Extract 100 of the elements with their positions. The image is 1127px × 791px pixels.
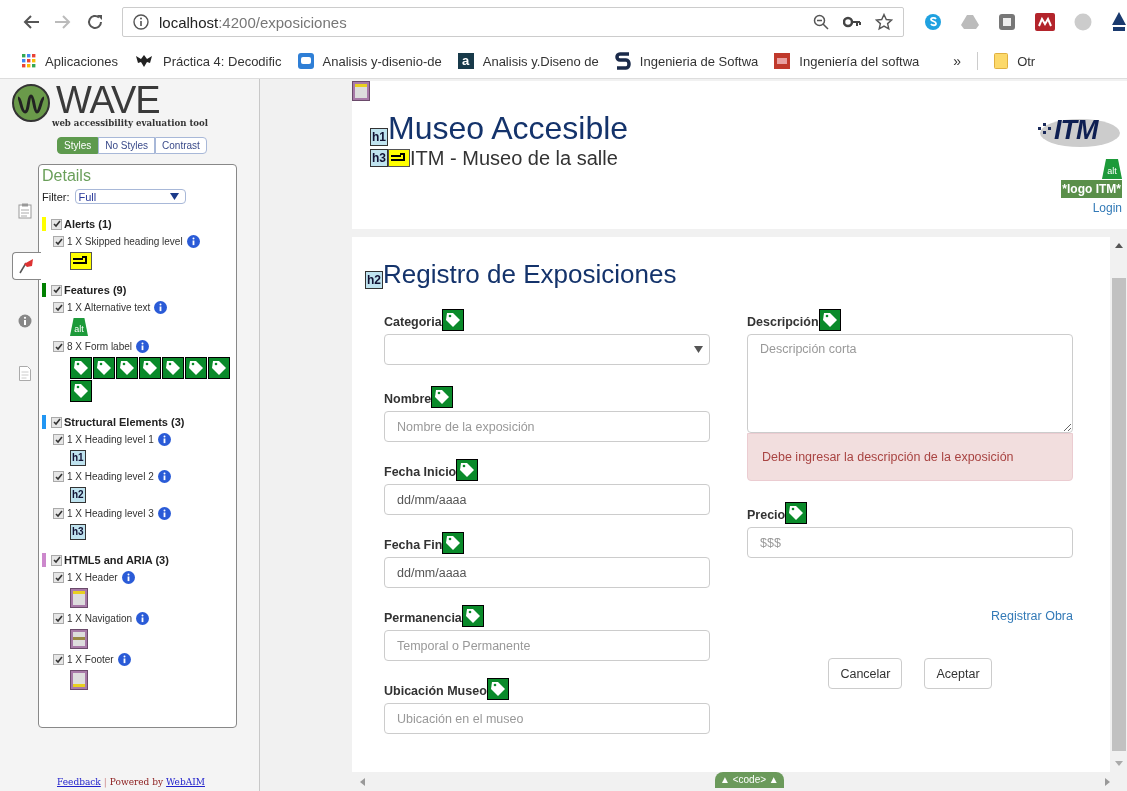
item-label: 1 X Header — [67, 572, 118, 583]
info-icon[interactable] — [117, 653, 131, 666]
item-label: 1 X Heading level 2 — [67, 471, 154, 482]
info-icon[interactable] — [186, 235, 200, 248]
info-icon[interactable] — [157, 470, 171, 483]
info-icon[interactable] — [18, 314, 32, 328]
checkbox[interactable] — [53, 434, 64, 445]
address-bar[interactable]: localhost:4200/exposiciones — [122, 7, 904, 37]
skipped-heading-icon — [70, 252, 92, 270]
checkbox[interactable] — [51, 416, 62, 428]
form-label-icon — [486, 678, 509, 700]
bookmark[interactable]: Analisis y-disenio-de — [297, 53, 442, 69]
scroll-up-icon[interactable] — [1114, 243, 1123, 248]
form-label-icon — [139, 357, 161, 379]
extension-icon[interactable] — [1111, 12, 1127, 32]
info-icon[interactable] — [121, 571, 135, 584]
form-button[interactable]: Aceptar — [924, 658, 992, 689]
alt-text-label: *logo ITM* — [1061, 180, 1122, 198]
side-tab[interactable] — [12, 252, 41, 280]
form-button[interactable]: Cancelar — [828, 658, 903, 689]
register-link[interactable]: Registrar Obra — [991, 609, 1073, 623]
powered-by-text: Powered by — [109, 777, 164, 787]
reload-icon[interactable] — [86, 13, 104, 31]
form-label-icon — [116, 357, 138, 379]
checkbox[interactable] — [53, 654, 64, 665]
input-field[interactable]: Nombre de la exposición — [384, 411, 710, 442]
input-field[interactable]: $$$ — [747, 527, 1073, 558]
info-icon[interactable] — [157, 507, 171, 520]
filter-dropdown[interactable]: Full — [74, 189, 186, 204]
clipboard-icon[interactable] — [18, 203, 32, 219]
item-label: 1 X Skipped heading level — [67, 236, 183, 247]
checkbox[interactable] — [53, 471, 64, 482]
zoom-icon[interactable] — [813, 14, 829, 30]
apps-icon — [22, 54, 36, 68]
form-label-icon — [461, 605, 484, 627]
checkbox[interactable] — [53, 508, 64, 519]
category-title: Features (9) — [64, 284, 127, 296]
input-field[interactable]: dd/mm/aaaa — [384, 484, 710, 515]
checkbox[interactable] — [53, 341, 64, 352]
form-label-icon — [431, 386, 454, 408]
checkbox[interactable] — [51, 284, 62, 296]
form-label-icon — [162, 357, 184, 379]
item-label: 8 X Form label — [67, 341, 133, 352]
bookmark[interactable]: Práctica 4: Decodific — [134, 53, 282, 69]
url-host: localhost — [159, 13, 219, 31]
category-title: HTML5 and ARIA (3) — [64, 554, 169, 566]
info-icon[interactable] — [157, 433, 171, 446]
site-title: Museo Accesible — [388, 110, 629, 146]
info-icon[interactable] — [136, 340, 150, 353]
checkbox[interactable] — [53, 613, 64, 624]
checkbox[interactable] — [53, 236, 64, 247]
login-link[interactable]: Login — [1092, 201, 1122, 215]
wave-title: WAVE — [56, 84, 160, 116]
checkbox[interactable] — [53, 572, 64, 583]
webaim-link[interactable]: WebAIM — [166, 777, 205, 787]
more-bookmarks-button[interactable]: » — [953, 53, 962, 69]
info-icon[interactable] — [136, 612, 150, 625]
url-path: :4200/exposiciones — [218, 13, 347, 31]
back-icon[interactable] — [22, 14, 40, 30]
form-label-icon — [442, 532, 465, 554]
info-icon[interactable] — [154, 301, 168, 314]
feedback-link[interactable]: Feedback — [57, 777, 101, 787]
form-heading: Registro de Exposiciones — [383, 259, 677, 289]
checkbox[interactable] — [51, 218, 62, 230]
bookmark[interactable]: a Analisis y.Diseno de — [457, 53, 599, 69]
input-field[interactable]: Temporal o Permanente — [384, 630, 710, 661]
navigation-landmark-icon — [70, 629, 88, 649]
form-label-icon — [785, 502, 808, 524]
bookmark[interactable]: Aplicaciones — [22, 53, 118, 69]
key-icon[interactable] — [843, 16, 861, 28]
wave-tagline: web accessibility evaluation tool — [52, 118, 209, 128]
item-label: 1 X Heading level 3 — [67, 508, 154, 519]
description-field[interactable]: Descripción corta — [747, 334, 1073, 433]
extension-icon[interactable] — [1035, 13, 1055, 31]
bookmark-folder[interactable]: Otr — [994, 53, 1036, 69]
bookmark[interactable]: Ingenieria de Softwa — [614, 52, 759, 70]
checkbox[interactable] — [51, 554, 62, 566]
field-label: Categoria — [384, 315, 442, 331]
heading-badge: h3 — [70, 524, 86, 540]
header-landmark-icon — [70, 588, 88, 608]
form-label-icon — [456, 459, 479, 481]
field-label: Nombre — [384, 392, 432, 408]
category-title: Structural Elements (3) — [64, 416, 185, 428]
field-label: Permanencia — [384, 611, 462, 627]
view-tab[interactable]: No Styles — [98, 137, 156, 154]
view-tab[interactable]: Contrast — [155, 137, 207, 154]
bookmark[interactable]: Ingeniería del softwa — [774, 53, 920, 69]
skipped-heading-icon — [388, 149, 410, 167]
star-icon[interactable] — [875, 13, 893, 31]
form-label-icon — [70, 357, 92, 379]
input-field[interactable]: dd/mm/aaaa — [384, 557, 710, 588]
checkbox[interactable] — [53, 302, 64, 313]
info-icon[interactable] — [133, 14, 149, 30]
input-field[interactable]: Ubicación en el museo — [384, 703, 710, 734]
alt-text-icon: alt — [70, 318, 88, 336]
filter-label: Filter: — [42, 190, 70, 203]
heading-badge: h2 — [70, 487, 86, 503]
field-label: Descripción — [747, 315, 819, 331]
heading-badge: h2 — [365, 271, 383, 289]
flag-icon[interactable] — [18, 258, 36, 274]
